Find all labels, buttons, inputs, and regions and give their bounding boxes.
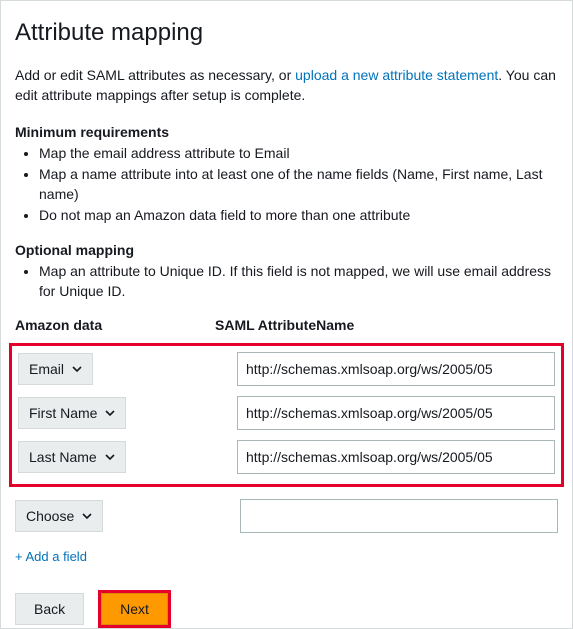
amazon-data-dropdown-email[interactable]: Email [18,353,93,385]
list-item: Map an attribute to Unique ID. If this f… [39,262,558,301]
opt-map-list: Map an attribute to Unique ID. If this f… [15,262,558,301]
page-title: Attribute mapping [15,19,558,47]
dropdown-label: First Name [29,405,97,421]
upload-attribute-link[interactable]: upload a new attribute statement [295,67,498,83]
min-req-list: Map the email address attribute to Email… [15,144,558,226]
next-button-highlight: Next [98,590,171,628]
wizard-buttons: Back Next [15,590,558,628]
saml-attr-input-email[interactable] [237,352,555,386]
amazon-data-dropdown-firstname[interactable]: First Name [18,397,126,429]
opt-map-heading: Optional mapping [15,242,558,258]
chevron-down-icon [105,408,115,418]
chevron-down-icon [72,364,82,374]
dropdown-label: Email [29,361,64,377]
chevron-down-icon [105,452,115,462]
mapping-row-lastname: Last Name [18,440,555,474]
dropdown-label: Choose [26,508,74,524]
list-item: Map the email address attribute to Email [39,144,558,164]
col-head-amazon-data: Amazon data [15,317,215,333]
intro-text: Add or edit SAML attributes as necessary… [15,65,558,106]
amazon-data-dropdown-lastname[interactable]: Last Name [18,441,126,473]
next-button[interactable]: Next [101,593,168,625]
min-req-heading: Minimum requirements [15,124,558,140]
mapping-columns: Amazon data SAML AttributeName [15,317,558,343]
attribute-mapping-panel: Attribute mapping Add or edit SAML attri… [0,0,573,629]
back-button[interactable]: Back [15,593,84,625]
mapping-highlight: Email First Name Last Name [9,343,564,487]
col-head-saml-attr: SAML AttributeName [215,317,558,333]
saml-attr-input-lastname[interactable] [237,440,555,474]
chevron-down-icon [82,511,92,521]
list-item: Do not map an Amazon data field to more … [39,206,558,226]
list-item: Map a name attribute into at least one o… [39,165,558,204]
mapping-row-firstname: First Name [18,396,555,430]
mapping-row-choose: Choose [15,499,558,533]
mapping-row-email: Email [18,352,555,386]
dropdown-label: Last Name [29,449,97,465]
add-field-link[interactable]: + Add a field [15,549,87,564]
saml-attr-input-firstname[interactable] [237,396,555,430]
amazon-data-dropdown-choose[interactable]: Choose [15,500,103,532]
saml-attr-input-choose[interactable] [240,499,558,533]
